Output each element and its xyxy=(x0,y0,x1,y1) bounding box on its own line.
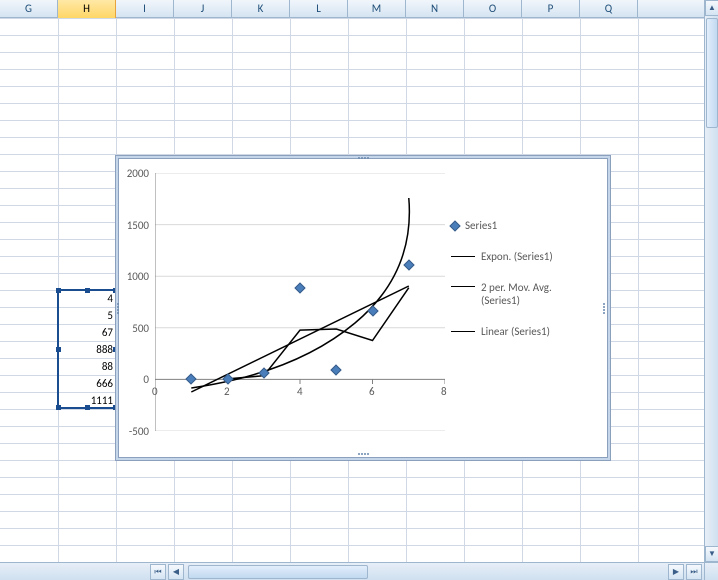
cell-H-r7[interactable]: 1111 xyxy=(58,392,116,409)
x-tick-0: 0 xyxy=(152,385,158,398)
x-tick-8: 8 xyxy=(441,385,447,398)
col-header-O[interactable]: O xyxy=(464,0,522,18)
cell-H-r2[interactable]: 5 xyxy=(58,307,116,324)
legend-linear[interactable]: Linear (Series1) xyxy=(451,325,591,338)
y-tick-0: 0 xyxy=(143,373,149,386)
cell-H-r5[interactable]: 88 xyxy=(58,358,116,375)
line-icon xyxy=(451,331,475,332)
col-header-Q[interactable]: Q xyxy=(580,0,638,18)
x-tick-2: 2 xyxy=(224,385,230,398)
cell-H-r3[interactable]: 67 xyxy=(58,324,116,341)
y-tick-1500: 1500 xyxy=(127,219,149,232)
x-tick-4: 4 xyxy=(297,385,303,398)
y-tick-1000: 1000 xyxy=(127,270,149,283)
cell-H-r6[interactable]: 666 xyxy=(58,375,116,392)
legend-label: Expon. (Series1) xyxy=(481,250,553,263)
scroll-corner xyxy=(704,562,718,580)
legend-expon[interactable]: Expon. (Series1) xyxy=(451,250,591,263)
horizontal-scrollbar[interactable]: ⏮ ◀ ▶ ⏭ xyxy=(0,562,718,580)
y-tick-neg500: -500 xyxy=(129,425,149,438)
y-tick-500: 500 xyxy=(132,322,149,335)
col-header-P[interactable]: P xyxy=(522,0,580,18)
col-header-extra[interactable] xyxy=(638,0,704,18)
scroll-up-button[interactable]: ▲ xyxy=(705,0,718,16)
scroll-right-button[interactable]: ▶ xyxy=(668,564,684,580)
cell-H-r1[interactable]: 4 xyxy=(58,290,116,307)
col-header-J[interactable]: J xyxy=(174,0,232,18)
col-header-I[interactable]: I xyxy=(116,0,174,18)
cell-H-r4[interactable]: 888 xyxy=(58,341,116,358)
legend-label: Linear (Series1) xyxy=(481,325,550,338)
vertical-scrollbar[interactable]: ▲ ▼ xyxy=(704,0,718,562)
col-header-H[interactable]: H xyxy=(58,0,116,18)
col-header-G[interactable]: G xyxy=(0,0,58,18)
scroll-left-button[interactable]: ◀ xyxy=(168,564,184,580)
scroll-down-button[interactable]: ▼ xyxy=(705,546,718,562)
legend-series1[interactable]: Series1 xyxy=(451,219,591,232)
col-header-L[interactable]: L xyxy=(290,0,348,18)
chart-legend[interactable]: Series1 Expon. (Series1) 2 per. Mov. Avg… xyxy=(451,219,591,356)
scroll-last-button[interactable]: ⏭ xyxy=(686,564,702,580)
x-tick-6: 6 xyxy=(369,385,375,398)
col-header-N[interactable]: N xyxy=(406,0,464,18)
legend-label: 2 per. Mov. Avg. (Series1) xyxy=(481,281,552,307)
col-header-M[interactable]: M xyxy=(348,0,406,18)
column-headers: G H I J K L M N O P Q xyxy=(0,0,704,18)
scroll-thumb[interactable] xyxy=(188,565,368,579)
chart-object[interactable]: 2000 1500 1000 500 0 -500 0 2 4 6 8 Seri… xyxy=(118,158,608,458)
legend-movavg[interactable]: 2 per. Mov. Avg. (Series1) xyxy=(451,281,591,307)
cells-grid[interactable]: 4 5 67 888 88 666 1111 xyxy=(0,18,704,562)
diamond-icon xyxy=(449,220,460,231)
scroll-thumb[interactable] xyxy=(706,18,718,128)
col-header-K[interactable]: K xyxy=(232,0,290,18)
line-icon xyxy=(451,286,475,287)
legend-label: Series1 xyxy=(465,219,497,232)
line-icon xyxy=(451,256,475,257)
scroll-first-button[interactable]: ⏮ xyxy=(150,564,166,580)
y-tick-2000: 2000 xyxy=(127,167,149,180)
worksheet-area[interactable]: G H I J K L M N O P Q xyxy=(0,0,704,562)
